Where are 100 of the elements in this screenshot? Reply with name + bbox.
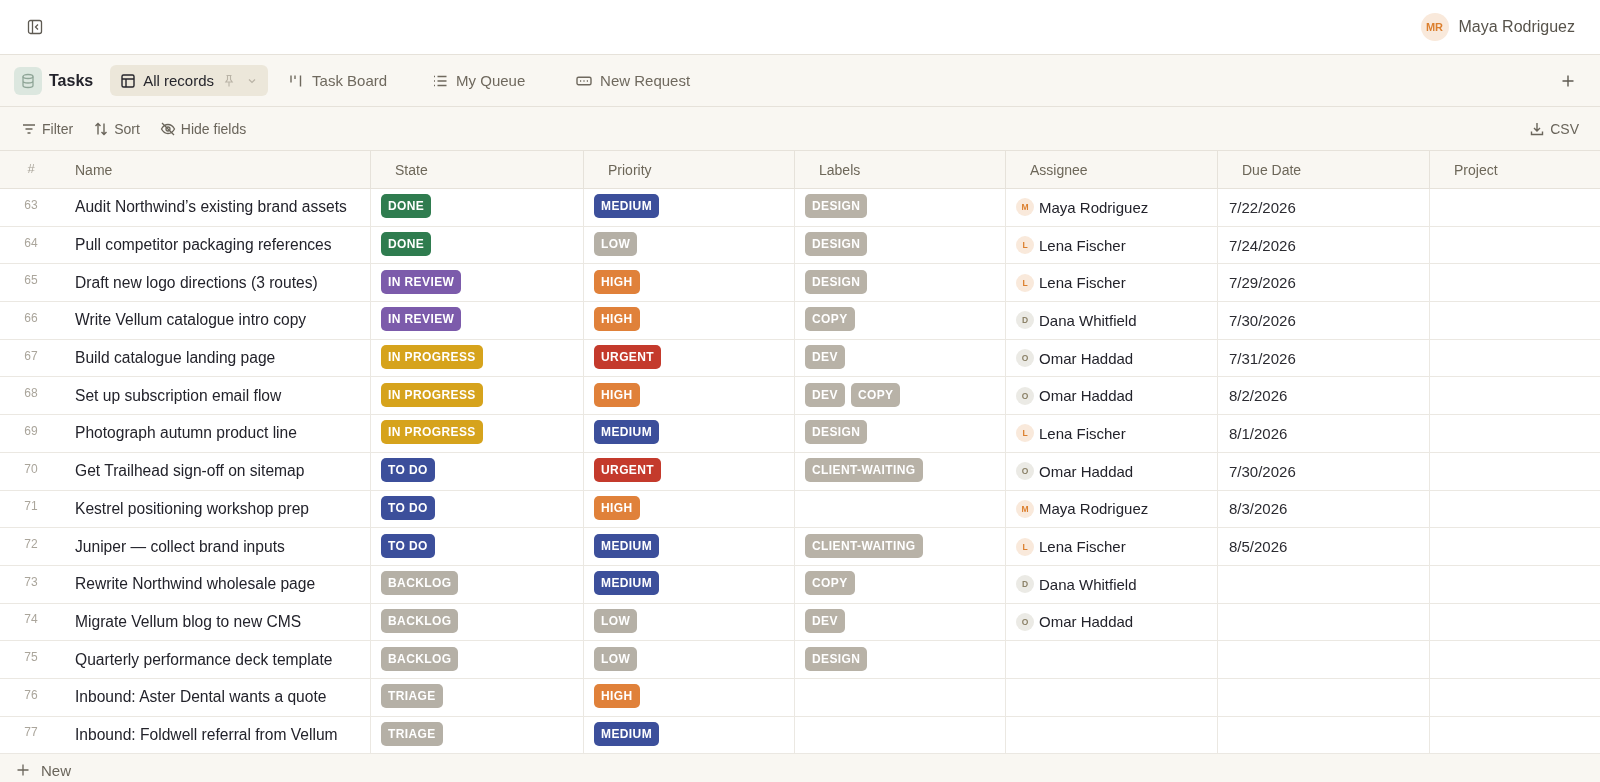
status-tag: IN REVIEW (381, 307, 462, 332)
table-cell: Build catalogue landing page (62, 339, 371, 377)
assignee-name: Omar Haddad (1039, 462, 1134, 480)
row-number: 73 (23, 573, 39, 591)
row-number: 77 (23, 724, 39, 742)
column-header[interactable]: Project (1430, 151, 1600, 188)
status-tag: BACKLOG (381, 571, 459, 596)
row-number: 75 (23, 649, 39, 667)
assignee-avatar: L (1016, 537, 1034, 556)
column-header[interactable]: Name (62, 151, 371, 188)
table-cell: 7/30/2026 (1218, 302, 1430, 339)
table-cell: 8/5/2026 (1218, 528, 1430, 565)
label-tag: CLIENT-WAITING (805, 533, 923, 558)
table-cell: 7/30/2026 (1218, 452, 1430, 490)
row-number: 68 (23, 385, 39, 403)
row-number: 76 (23, 686, 39, 704)
assignee-name: Lena Fischer (1039, 274, 1126, 292)
database-icon (14, 66, 42, 95)
label-tag: DEV (805, 345, 845, 370)
label-tag: DESIGN (805, 420, 868, 445)
row-number: 74 (23, 611, 39, 629)
user-menu-button[interactable]: MR Maya Rodriguez (1420, 13, 1575, 41)
priority-tag: LOW (594, 608, 638, 633)
column-header[interactable]: Priority (584, 151, 795, 188)
assignee-name: Maya Rodriguez (1039, 500, 1149, 518)
table-cell: Quarterly performance deck template (62, 641, 371, 678)
view-tab[interactable]: My Queue (422, 65, 543, 96)
assignee-name: Omar Haddad (1039, 349, 1134, 367)
status-tag: BACKLOG (381, 646, 459, 671)
label-tag: CLIENT-WAITING (805, 458, 923, 483)
assignee-name: Omar Haddad (1039, 387, 1134, 405)
table-cell: 8/3/2026 (1218, 490, 1430, 528)
priority-tag: LOW (594, 232, 638, 257)
assignee-name: Omar Haddad (1039, 613, 1134, 631)
priority-tag: HIGH (594, 495, 640, 520)
status-tag: IN REVIEW (381, 269, 462, 294)
label-tag: DESIGN (805, 194, 868, 219)
assignee-avatar: O (1016, 386, 1034, 405)
priority-tag: HIGH (594, 307, 640, 332)
download-icon (1529, 120, 1546, 137)
assignee-name: Maya Rodriguez (1039, 198, 1149, 216)
priority-tag: LOW (594, 646, 638, 671)
status-tag: IN PROGRESS (381, 420, 483, 445)
table-cell: Juniper — collect brand inputs (62, 528, 371, 565)
assignee-avatar: M (1016, 499, 1034, 518)
table-cell: Photograph autumn product line (62, 415, 371, 452)
label-tag: DESIGN (805, 269, 868, 294)
table-cell: Inbound: Foldwell referral from Vellum (62, 716, 371, 754)
label-tag: COPY (805, 307, 855, 332)
table-cell: Kestrel positioning workshop prep (62, 490, 371, 528)
status-tag: IN PROGRESS (381, 345, 483, 370)
view-tab[interactable]: New Request (566, 65, 701, 96)
table-cell: Get Trailhead sign-off on sitemap (62, 452, 371, 490)
priority-tag: HIGH (594, 382, 640, 407)
table-cell: Inbound: Aster Dental wants a quote (62, 678, 371, 716)
filter-button[interactable]: Filter (21, 120, 74, 137)
column-header[interactable]: Assignee (1006, 151, 1218, 188)
sort-button[interactable]: Sort (93, 120, 140, 137)
assignee-name: Dana Whitfield (1039, 311, 1137, 329)
label-tag: DEV (805, 382, 845, 407)
table-cell: Rewrite Northwind wholesale page (62, 565, 371, 603)
assignee-avatar: O (1016, 349, 1034, 368)
status-tag: IN PROGRESS (381, 382, 483, 407)
table-cell: Draft new logo directions (3 routes) (62, 264, 371, 302)
column-header[interactable]: Due Date (1218, 151, 1430, 188)
label-tag: DESIGN (805, 646, 868, 671)
status-tag: TO DO (381, 533, 435, 558)
table-cell: 7/31/2026 (1218, 339, 1430, 377)
assignee-avatar: M (1016, 198, 1034, 217)
table-cell: 7/24/2026 (1218, 226, 1430, 264)
priority-tag: HIGH (594, 269, 640, 294)
row-number: 63 (23, 196, 39, 214)
table-title: Tasks (49, 71, 94, 90)
label-tag: COPY (850, 382, 901, 407)
column-header[interactable]: Labels (795, 151, 1006, 188)
label-tag: DESIGN (805, 232, 868, 257)
status-tag: TO DO (381, 458, 435, 483)
plus-icon (16, 763, 30, 778)
view-tab[interactable]: Task Board (278, 65, 399, 96)
priority-tag: MEDIUM (594, 571, 660, 596)
sidebar-toggle-icon[interactable] (27, 19, 43, 35)
assignee-avatar: O (1016, 462, 1034, 481)
new-record-button[interactable]: New (16, 757, 71, 779)
status-tag: TO DO (381, 495, 435, 520)
user-avatar: MR (1420, 13, 1449, 41)
status-tag: TRIAGE (381, 721, 443, 746)
assignee-avatar: D (1016, 311, 1034, 330)
priority-tag: URGENT (594, 345, 662, 370)
assignee-avatar: L (1016, 236, 1034, 255)
csv-export-button[interactable]: CSV (1529, 120, 1579, 137)
row-number: 64 (23, 234, 39, 252)
status-tag: TRIAGE (381, 684, 443, 709)
status-tag: DONE (381, 232, 432, 257)
row-number: 71 (23, 498, 39, 516)
label-tag: DEV (805, 608, 845, 633)
assignee-name: Lena Fischer (1039, 538, 1126, 556)
table-cell: 8/1/2026 (1218, 415, 1430, 452)
table-cell: 8/2/2026 (1218, 377, 1430, 415)
hide-fields-button[interactable]: Hide fields (159, 120, 247, 137)
column-header[interactable]: State (371, 151, 584, 188)
